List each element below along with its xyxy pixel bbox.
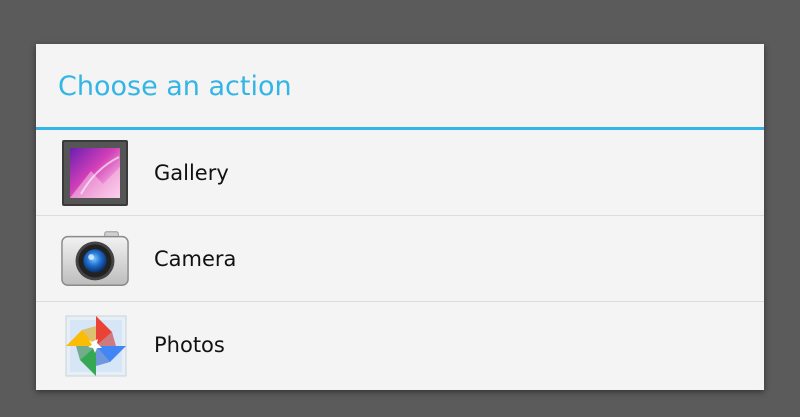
option-label: Gallery	[154, 160, 229, 185]
option-photos[interactable]: Photos	[36, 302, 764, 388]
option-label: Camera	[154, 246, 237, 271]
option-label: Photos	[154, 333, 225, 357]
gallery-icon	[60, 138, 130, 208]
option-camera[interactable]: Camera	[36, 216, 764, 302]
option-gallery[interactable]: Gallery	[36, 130, 764, 216]
camera-icon	[60, 224, 130, 294]
dialog-title-bar: Choose an action	[36, 44, 764, 130]
chooser-dialog: Choose an action Gallery Camera Photos	[36, 44, 764, 390]
dialog-title: Choose an action	[58, 71, 292, 102]
photos-pinwheel-icon	[60, 310, 130, 380]
